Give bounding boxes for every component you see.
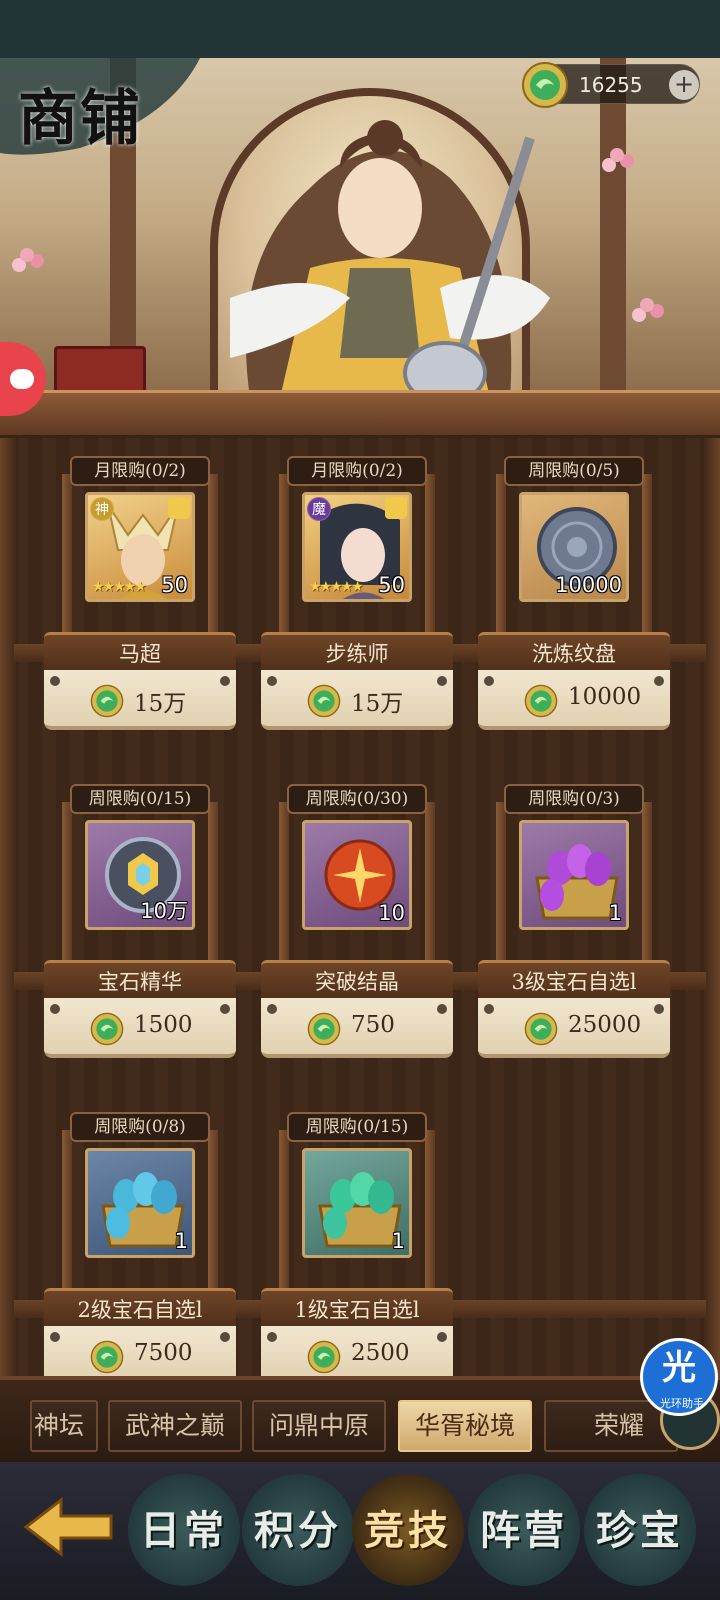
back-arrow-icon[interactable] <box>16 1492 116 1562</box>
jade-coin-icon <box>524 684 558 718</box>
star-rating: ★★★★★ <box>92 579 147 595</box>
assistant-glyph: 光 <box>662 1348 696 1388</box>
nav-faction[interactable]: 阵营 <box>468 1474 580 1586</box>
item-price: 15万 <box>351 691 404 717</box>
gem-chest-purple-icon: 1 <box>519 820 629 930</box>
assistant-floating-button[interactable]: 光 光环助手 <box>640 1338 718 1416</box>
item-quantity: 10 <box>378 901 405 925</box>
banner-ledge <box>0 390 720 438</box>
star-rating: ★★★★★ <box>309 579 364 595</box>
item-quantity: 50 <box>161 573 188 597</box>
jade-coin-icon <box>307 1340 341 1374</box>
item-name: 突破结晶 <box>261 960 453 1000</box>
faction-badge: 魔 <box>307 497 331 521</box>
item-price: 750 <box>351 1012 395 1038</box>
shop-frame <box>702 438 720 1474</box>
purchase-limit: 周限购(0/5) <box>504 456 644 486</box>
purchase-limit: 周限购(0/30) <box>287 784 427 814</box>
jade-coin-icon <box>90 1340 124 1374</box>
currency-display: 16255 + <box>522 62 700 108</box>
shopkeeper-illustration <box>230 120 550 400</box>
jade-coin-icon <box>307 1012 341 1046</box>
jade-coin-icon <box>307 684 341 718</box>
status-bar <box>0 0 720 58</box>
puzzle-piece-icon <box>385 497 407 519</box>
shop-screen: { "shop": { "title": "商铺" }, "currency":… <box>0 0 720 1600</box>
item-quantity: 10万 <box>140 899 188 923</box>
item-price: 7500 <box>134 1340 193 1366</box>
item-name: 洗炼纹盘 <box>478 632 670 672</box>
item-quantity: 50 <box>378 573 405 597</box>
nav-daily[interactable]: 日常 <box>128 1474 240 1586</box>
blossom-decoration <box>610 148 624 162</box>
buy-button[interactable]: 750 <box>261 998 453 1058</box>
buy-button[interactable]: 15万 <box>44 670 236 730</box>
item-name: 宝石精华 <box>44 960 236 1000</box>
item-price: 10000 <box>568 684 642 710</box>
add-currency-button[interactable]: + <box>669 70 699 100</box>
faction-badge: 神 <box>90 497 114 521</box>
item-price: 25000 <box>568 1012 642 1038</box>
item-quantity: 1 <box>174 1229 188 1253</box>
purchase-limit: 周限购(0/3) <box>504 784 644 814</box>
purchase-limit: 月限购(0/2) <box>287 456 427 486</box>
nav-treasure[interactable]: 珍宝 <box>584 1474 696 1586</box>
purchase-limit: 周限购(0/8) <box>70 1112 210 1142</box>
banner-pillar <box>600 58 626 400</box>
buy-button[interactable]: 1500 <box>44 998 236 1058</box>
purchase-limit: 周限购(0/15) <box>70 784 210 814</box>
jade-coin-icon <box>90 684 124 718</box>
bottom-navigation: 日常 积分 竞技 阵营 珍宝 <box>0 1462 720 1600</box>
purchase-limit: 月限购(0/2) <box>70 456 210 486</box>
blossom-decoration <box>20 248 34 262</box>
item-name: 马超 <box>44 632 236 672</box>
puzzle-piece-icon <box>168 497 190 519</box>
page-title: 商铺 <box>18 84 142 154</box>
shop-frame <box>0 438 18 1474</box>
tab-wending-zhongyuan[interactable]: 问鼎中原 <box>252 1400 386 1452</box>
jade-coin-icon <box>90 1012 124 1046</box>
nav-arena[interactable]: 竞技 <box>352 1474 464 1586</box>
item-name: 1级宝石自选l <box>261 1288 453 1328</box>
item-quantity: 1 <box>391 1229 405 1253</box>
hero-bu-lianshi-portrait: 魔 ★★★★★ 50 <box>302 492 412 602</box>
item-quantity: 1 <box>608 901 622 925</box>
item-quantity: 10000 <box>555 573 622 597</box>
tab-huaxu-mijing[interactable]: 华胥秘境 <box>398 1400 532 1452</box>
item-name: 步练师 <box>261 632 453 672</box>
tab-wushen-zhidian[interactable]: 武神之巅 <box>108 1400 242 1452</box>
breakthrough-crystal-icon: 10 <box>302 820 412 930</box>
hero-ma-chao-portrait: 神 ★★★★★ 50 <box>85 492 195 602</box>
gem-chest-blue-icon: 1 <box>85 1148 195 1258</box>
gamepad-icon <box>10 369 34 389</box>
purchase-limit: 周限购(0/15) <box>287 1112 427 1142</box>
tab-shentan[interactable]: 神坛 <box>30 1400 98 1452</box>
item-price: 1500 <box>134 1012 193 1038</box>
refine-disc-icon: 10000 <box>519 492 629 602</box>
currency-amount: 16255 <box>579 73 643 97</box>
item-price: 15万 <box>134 691 187 717</box>
blossom-decoration <box>640 298 654 312</box>
buy-button[interactable]: 10000 <box>478 670 670 730</box>
item-price: 2500 <box>351 1340 410 1366</box>
nav-points[interactable]: 积分 <box>242 1474 354 1586</box>
buy-button[interactable]: 25000 <box>478 998 670 1058</box>
shop-category-tabs: 神坛 武神之巅 问鼎中原 华胥秘境 荣耀 <box>0 1376 720 1462</box>
assistant-label: 光环助手 <box>660 1397 704 1410</box>
jade-coin-icon <box>524 1012 558 1046</box>
gem-essence-icon: 10万 <box>85 820 195 930</box>
item-name: 3级宝石自选l <box>478 960 670 1000</box>
gem-chest-green-icon: 1 <box>302 1148 412 1258</box>
jade-coin-icon <box>522 62 568 108</box>
buy-button[interactable]: 15万 <box>261 670 453 730</box>
item-name: 2级宝石自选l <box>44 1288 236 1328</box>
